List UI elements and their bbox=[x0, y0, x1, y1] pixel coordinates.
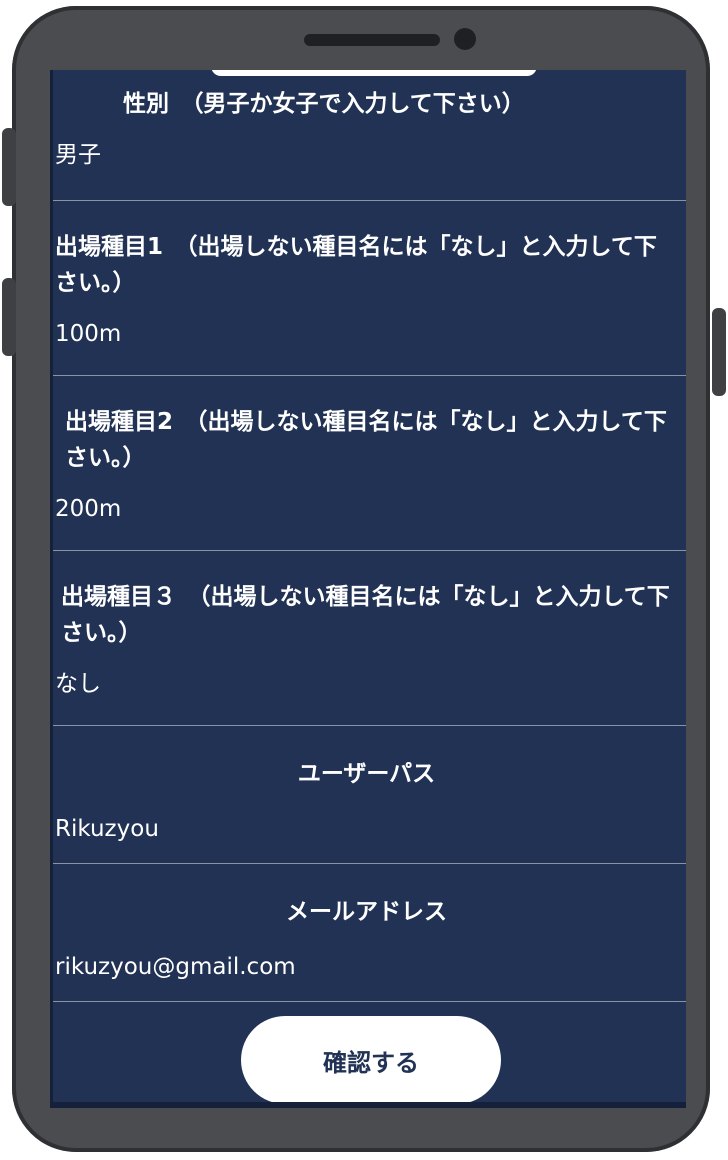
event-1-value[interactable]: 100m bbox=[53, 319, 686, 349]
volume-up-button bbox=[2, 128, 16, 206]
field-gender: 性別 （男子か女子で入力して下さい） 男子 bbox=[53, 86, 686, 201]
volume-down-button bbox=[2, 278, 16, 356]
event-2-value[interactable]: 200m bbox=[53, 494, 686, 524]
email-label: メールアドレス bbox=[286, 899, 447, 925]
confirm-button[interactable]: 確認する bbox=[241, 1016, 501, 1102]
phone-frame: 性別 （男子か女子で入力して下さい） 男子 出場種目1 （出場しない種目名には「… bbox=[12, 6, 710, 1152]
front-camera bbox=[454, 28, 476, 50]
field-email: メールアドレス rikuzyou@gmail.com bbox=[53, 864, 686, 1002]
speaker-grille bbox=[304, 34, 440, 46]
scroll-partial-element bbox=[211, 70, 537, 76]
event-3-value[interactable]: なし bbox=[53, 669, 686, 699]
email-value[interactable]: rikuzyou@gmail.com bbox=[53, 952, 686, 982]
field-event-2: 出場種目2 （出場しない種目名には「なし」と入力して下さい。） 200m bbox=[53, 376, 686, 551]
field-user-pass: ユーザーパス Rikuzyou bbox=[53, 726, 686, 864]
power-button bbox=[712, 308, 726, 396]
event-1-label: 出場種目1 （出場しない種目名には「なし」と入力して下さい。） bbox=[55, 234, 657, 296]
user-pass-value[interactable]: Rikuzyou bbox=[53, 814, 686, 844]
field-event-1: 出場種目1 （出場しない種目名には「なし」と入力して下さい。） 100m bbox=[53, 201, 686, 376]
event-3-label: 出場種目３ （出場しない種目名には「なし」と入力して下さい。） bbox=[61, 584, 670, 646]
user-pass-label: ユーザーパス bbox=[297, 761, 436, 787]
gender-value[interactable]: 男子 bbox=[53, 140, 686, 170]
app-screen: 性別 （男子か女子で入力して下さい） 男子 出場種目1 （出場しない種目名には「… bbox=[50, 70, 686, 1108]
gender-label: 性別 （男子か女子で入力して下さい） bbox=[123, 91, 525, 117]
event-2-label: 出場種目2 （出場しない種目名には「なし」と入力して下さい。） bbox=[65, 409, 667, 471]
field-event-3: 出場種目３ （出場しない種目名には「なし」と入力して下さい。） なし bbox=[53, 551, 686, 726]
